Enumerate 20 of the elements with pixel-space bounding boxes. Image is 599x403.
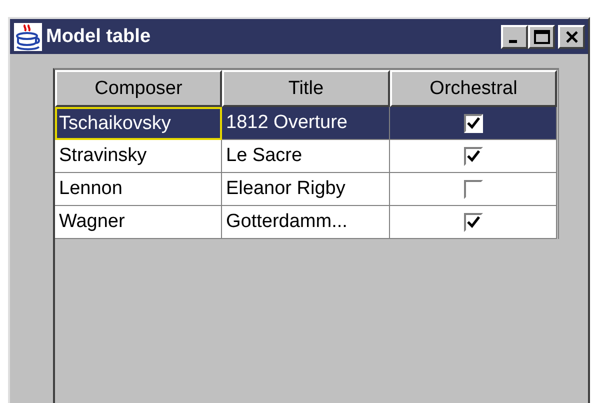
column-header[interactable]: Title bbox=[222, 70, 390, 107]
table-cell: Wagner bbox=[55, 206, 222, 239]
table-cell: Gotterdamm... bbox=[222, 206, 390, 239]
window-title: Model table bbox=[46, 26, 152, 48]
table-cell: Stravinsky bbox=[55, 140, 222, 173]
table-cell: Tschaikovsky bbox=[55, 107, 222, 140]
maximize-button[interactable] bbox=[528, 24, 555, 48]
coffee-cup-icon bbox=[14, 22, 42, 50]
column-header[interactable]: Composer bbox=[55, 70, 222, 107]
close-button[interactable] bbox=[558, 24, 585, 48]
minimize-icon bbox=[508, 40, 516, 42]
checkbox[interactable] bbox=[464, 114, 482, 132]
close-icon bbox=[564, 30, 578, 42]
table-cell: Lennon bbox=[55, 173, 222, 206]
column-header[interactable]: Orchestral bbox=[390, 70, 557, 107]
table-cell: Le Sacre bbox=[222, 140, 390, 173]
table-cell: Eleanor Rigby bbox=[222, 173, 390, 206]
minimize-button[interactable] bbox=[501, 24, 528, 48]
maximize-icon bbox=[534, 30, 550, 44]
table-cell: 1812 Overture bbox=[222, 107, 390, 140]
